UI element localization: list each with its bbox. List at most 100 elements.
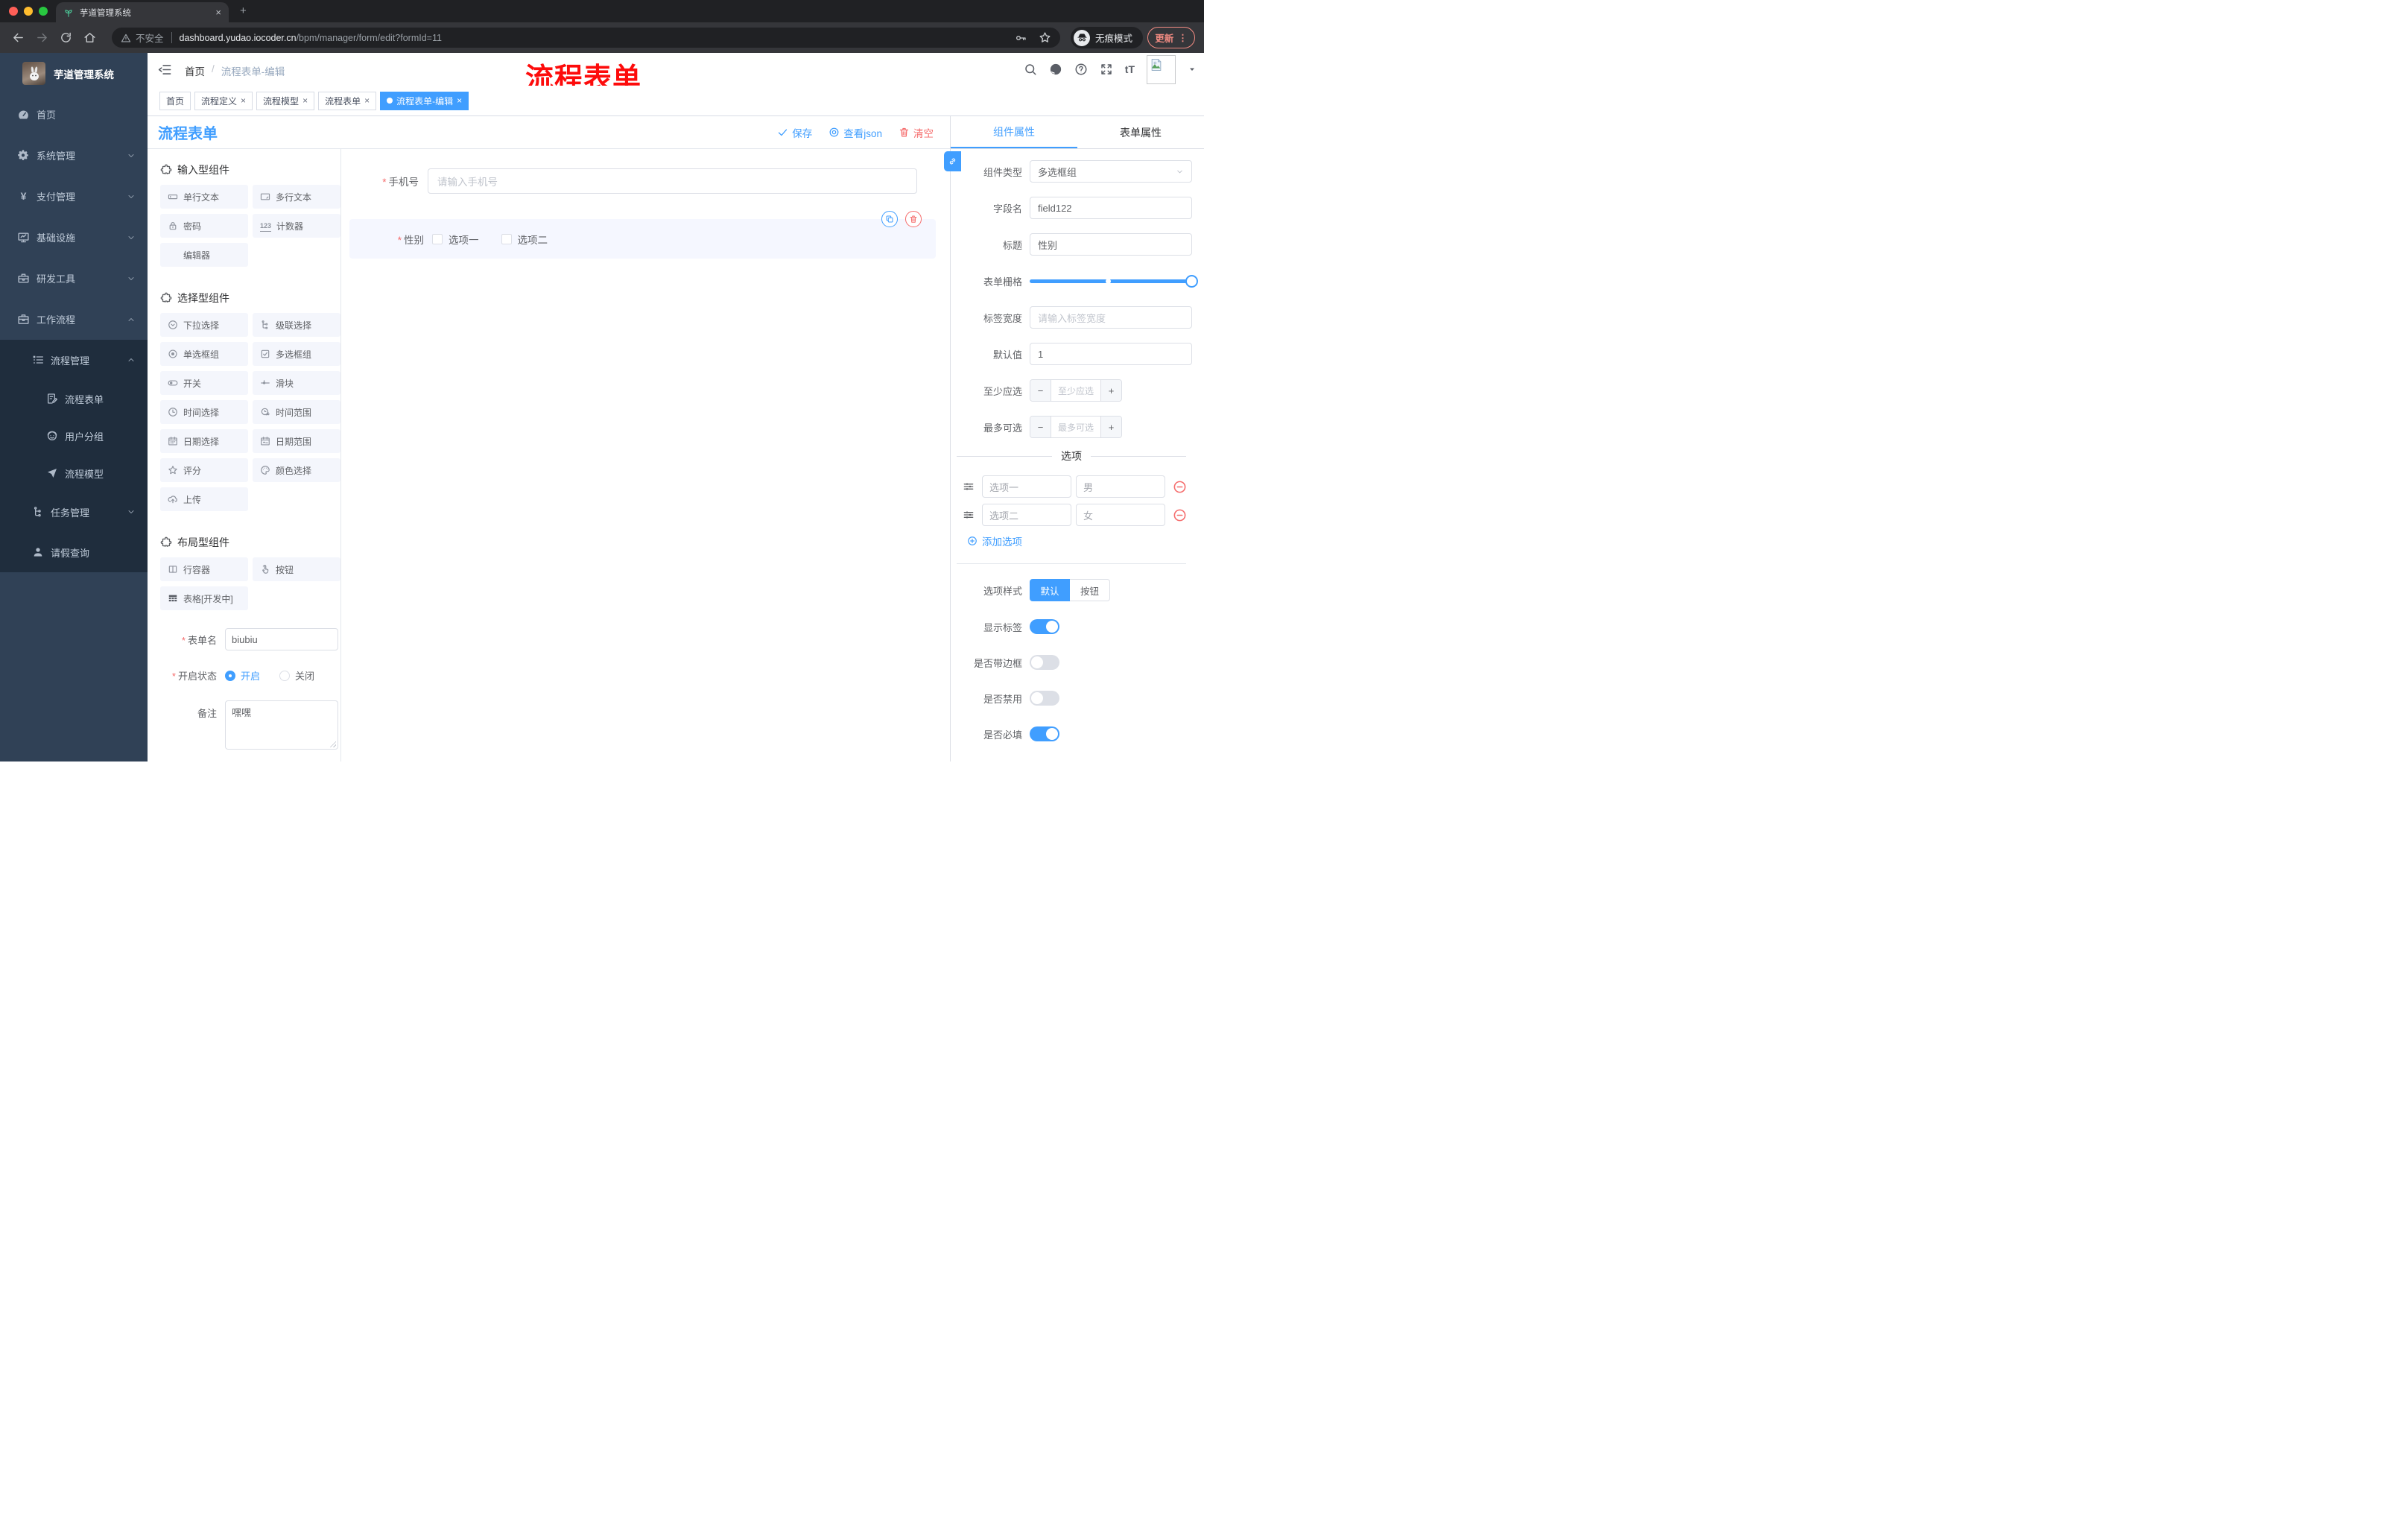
selected-component-gender[interactable]: * 性别 选项一 选项二 — [349, 211, 936, 259]
component-type-select[interactable]: 多选框组 — [1030, 160, 1192, 183]
style-default-button[interactable]: 默认 — [1030, 579, 1070, 601]
checkbox[interactable] — [501, 233, 512, 244]
window-minimize-button[interactable] — [24, 7, 33, 16]
component-counter[interactable]: 123 计数器 — [253, 214, 340, 238]
tag-process-form[interactable]: 流程表单 × — [318, 91, 377, 110]
tag-process-model[interactable]: 流程模型 × — [256, 91, 315, 110]
avatar-caret-icon[interactable] — [1188, 65, 1197, 74]
bookmark-star-icon[interactable] — [1039, 31, 1051, 44]
form-remark-textarea[interactable]: 嘿嘿 — [225, 700, 338, 750]
checkbox[interactable] — [432, 233, 443, 244]
title-input[interactable]: 性别 — [1030, 233, 1192, 256]
security-label[interactable]: 不安全 — [136, 31, 164, 45]
component-row-container[interactable]: 行容器 — [160, 557, 248, 581]
sidebar-item-home[interactable]: 首页 — [0, 94, 148, 135]
sidebar-item-task-mgmt[interactable]: 任务管理 — [0, 492, 148, 532]
sidebar-item-devtools[interactable]: 研发工具 — [0, 258, 148, 299]
component-cascader[interactable]: 级联选择 — [253, 313, 340, 337]
tag-close-icon[interactable]: × — [302, 95, 308, 106]
form-grid-slider[interactable] — [1030, 270, 1198, 292]
stepper-minus-button[interactable]: − — [1030, 380, 1051, 401]
field-name-input[interactable]: field122 — [1030, 197, 1192, 219]
tag-process-form-edit[interactable]: 流程表单-编辑 × — [380, 91, 469, 110]
component-select[interactable]: 下拉选择 — [160, 313, 248, 337]
component-checkbox-group[interactable]: 多选框组 — [253, 342, 340, 366]
browser-tab[interactable]: 芋道管理系统 × — [56, 2, 229, 22]
phone-input[interactable]: 请输入手机号 — [428, 168, 917, 194]
drag-handle-icon[interactable] — [963, 509, 975, 521]
component-rate[interactable]: 评分 — [160, 458, 248, 482]
link-handle[interactable] — [944, 151, 961, 171]
component-radio-group[interactable]: 单选框组 — [160, 342, 248, 366]
max-select-value[interactable]: 最多可选 — [1051, 417, 1100, 437]
component-date-picker[interactable]: 日期选择 — [160, 429, 248, 453]
component-button[interactable]: 按钮 — [253, 557, 340, 581]
password-key-icon[interactable] — [1015, 32, 1027, 44]
tag-close-icon[interactable]: × — [364, 95, 370, 106]
phone-field-row[interactable]: * 手机号 请输入手机号 — [341, 168, 950, 194]
sidebar-item-user-group[interactable]: 用户分组 — [0, 417, 148, 455]
tag-close-icon[interactable]: × — [457, 95, 462, 106]
show-label-toggle[interactable] — [1030, 619, 1059, 634]
home-icon[interactable] — [83, 31, 96, 44]
sidebar-item-workflow[interactable]: 工作流程 — [0, 299, 148, 340]
new-tab-button[interactable]: + — [240, 5, 247, 17]
label-width-input[interactable]: 请输入标签宽度 — [1030, 306, 1192, 329]
clear-button[interactable]: 清空 — [899, 125, 934, 140]
help-icon[interactable] — [1074, 63, 1088, 76]
component-time-picker[interactable]: 时间选择 — [160, 400, 248, 424]
status-on-radio[interactable] — [225, 670, 235, 681]
option-1-label-input[interactable]: 选项一 — [982, 475, 1071, 498]
sidebar-item-leave-query[interactable]: 请假查询 — [0, 532, 148, 572]
option-1-value-input[interactable]: 男 — [1076, 475, 1165, 498]
component-date-range[interactable]: 日期范围 — [253, 429, 340, 453]
tag-process-definition[interactable]: 流程定义 × — [194, 91, 253, 110]
gender-option-1[interactable]: 选项一 — [432, 232, 479, 247]
component-switch[interactable]: 开关 — [160, 371, 248, 395]
avatar[interactable] — [1147, 54, 1176, 84]
github-icon[interactable] — [1049, 63, 1062, 76]
option-2-value-input[interactable]: 女 — [1076, 504, 1165, 526]
browser-update-menu-button[interactable]: 更新 ⋮ — [1147, 27, 1195, 48]
border-toggle[interactable] — [1030, 655, 1059, 670]
component-upload[interactable]: 上传 — [160, 487, 248, 511]
component-password[interactable]: 密码 — [160, 214, 248, 238]
tag-close-icon[interactable]: × — [241, 95, 246, 106]
status-off-label[interactable]: 关闭 — [295, 668, 314, 683]
add-option-button[interactable]: 添加选项 — [967, 533, 1192, 548]
sidebar-item-process-mgmt[interactable]: 流程管理 — [0, 340, 148, 380]
form-canvas[interactable]: * 手机号 请输入手机号 * 性别 选项一 选项二 — [341, 149, 950, 762]
stepper-plus-button[interactable]: + — [1100, 417, 1121, 437]
tab-close-icon[interactable]: × — [215, 7, 221, 18]
delete-component-button[interactable] — [905, 211, 922, 227]
font-size-icon[interactable]: tT — [1125, 63, 1135, 75]
component-time-range[interactable]: 时间范围 — [253, 400, 340, 424]
tab-form-props[interactable]: 表单属性 — [1077, 116, 1204, 148]
copy-component-button[interactable] — [881, 211, 898, 227]
sidebar-item-process-form[interactable]: 流程表单 — [0, 380, 148, 417]
required-toggle[interactable] — [1030, 726, 1059, 741]
window-close-button[interactable] — [9, 7, 18, 16]
sidebar-item-payment[interactable]: ¥ 支付管理 — [0, 176, 148, 217]
stepper-minus-button[interactable]: − — [1030, 417, 1051, 437]
status-on-label[interactable]: 开启 — [241, 668, 260, 683]
forward-icon[interactable] — [36, 31, 48, 44]
disabled-toggle[interactable] — [1030, 691, 1059, 706]
option-2-label-input[interactable]: 选项二 — [982, 504, 1071, 526]
default-value-input[interactable]: 1 — [1030, 343, 1192, 365]
sidebar-item-process-model[interactable]: 流程模型 — [0, 455, 148, 492]
form-name-input[interactable]: biubiu — [225, 628, 338, 650]
address-bar[interactable]: 不安全 dashboard.yudao.iocoder.cn/bpm/manag… — [112, 28, 1060, 48]
tag-home[interactable]: 首页 — [159, 91, 191, 110]
view-json-button[interactable]: 查看json — [828, 125, 882, 140]
stepper-plus-button[interactable]: + — [1100, 380, 1121, 401]
fullscreen-icon[interactable] — [1100, 63, 1113, 76]
component-single-text[interactable]: 单行文本 — [160, 185, 248, 209]
component-color-picker[interactable]: 颜色选择 — [253, 458, 340, 482]
remove-option-icon[interactable] — [1173, 480, 1187, 494]
save-button[interactable]: 保存 — [777, 125, 812, 140]
sidebar-item-system[interactable]: 系统管理 — [0, 135, 148, 176]
status-off-radio[interactable] — [279, 670, 291, 681]
drag-handle-icon[interactable] — [963, 481, 975, 493]
back-icon[interactable] — [12, 31, 25, 44]
